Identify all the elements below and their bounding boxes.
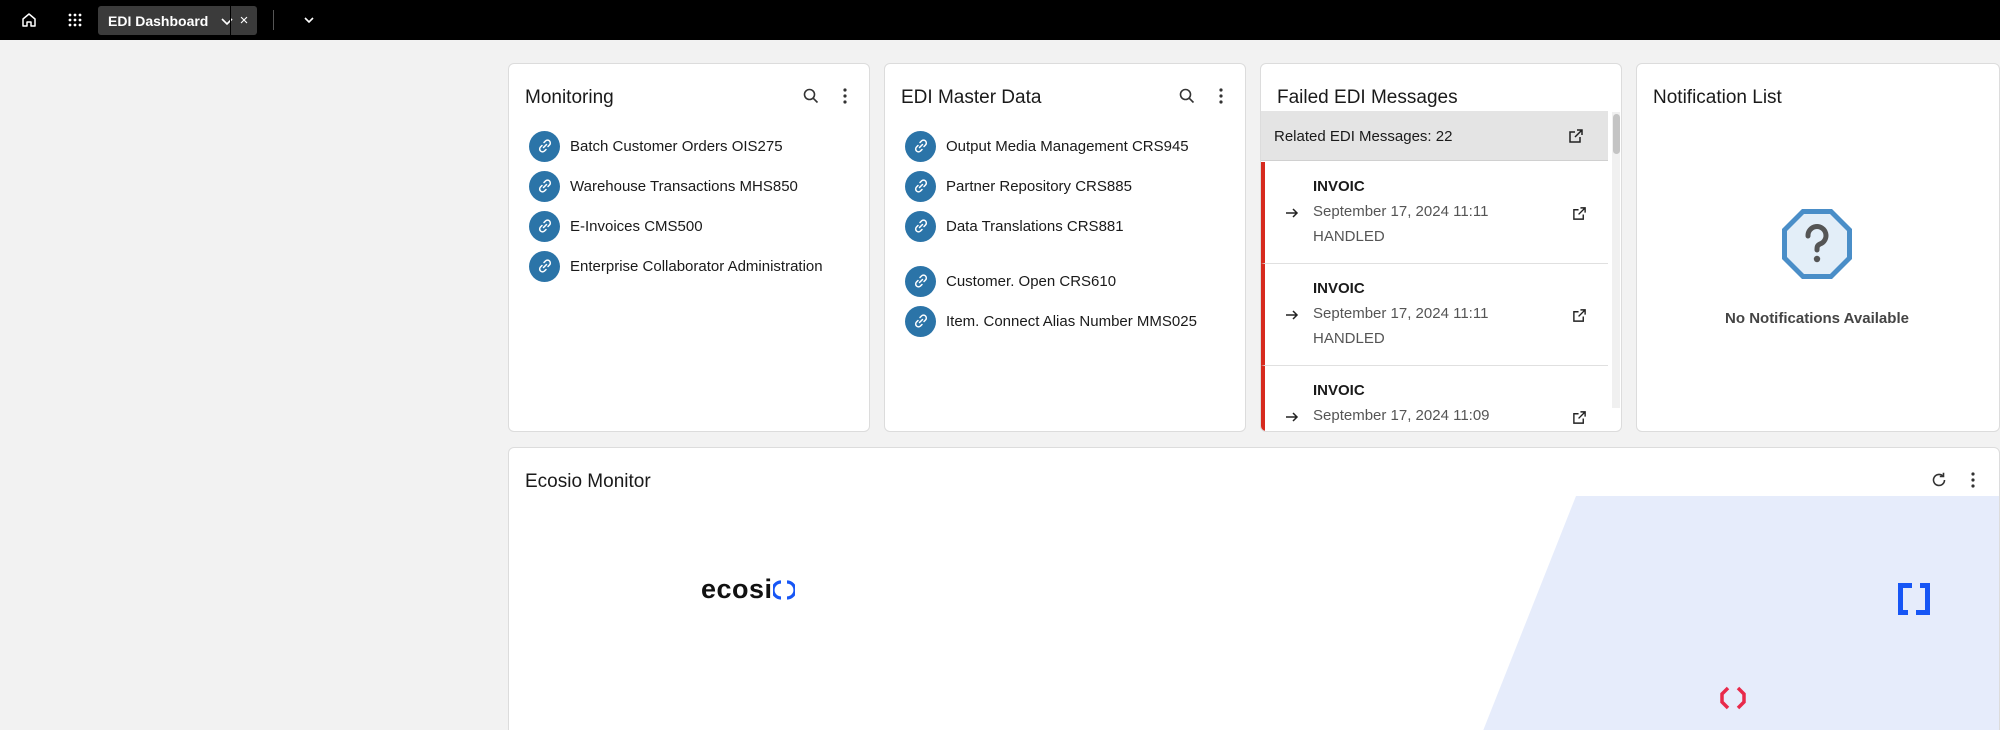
tab-label: EDI Dashboard (108, 12, 209, 29)
link-icon (905, 170, 936, 202)
tab-edi-dashboard[interactable]: EDI Dashboard × (98, 6, 257, 35)
close-icon[interactable]: × (234, 6, 254, 35)
link-label: E-Invoices CMS500 (570, 217, 703, 235)
scrollbar[interactable] (1612, 112, 1620, 408)
question-octagon-icon (1779, 206, 1855, 282)
link-icon (905, 130, 936, 162)
message-type: INVOIC (1313, 382, 1365, 399)
ecosio-logo-text: ecosi (701, 574, 773, 604)
message-date: September 17, 2024 11:09 (1313, 407, 1490, 424)
monitoring-card: Monitoring Batch Customer Orders OIS275 … (508, 63, 870, 432)
external-link-icon[interactable] (1568, 406, 1590, 428)
related-edi-messages-bar: Related EDI Messages: 22 (1261, 111, 1608, 161)
link-item[interactable]: Customer. Open CRS610 (905, 261, 1197, 301)
link-label: Warehouse Transactions MHS850 (570, 177, 798, 195)
link-icon (529, 210, 560, 242)
message-item[interactable]: INVOIC September 17, 2024 11:11 HANDLED (1261, 162, 1608, 264)
external-link-icon[interactable] (1564, 124, 1588, 148)
card-title: EDI Master Data (901, 87, 1042, 108)
tab-separator (230, 6, 231, 35)
message-status: HANDLED (1313, 330, 1385, 347)
bracket-logo-icon (1898, 583, 1930, 615)
link-item[interactable]: Output Media Management CRS945 (905, 126, 1197, 166)
message-status: HANDLED (1313, 228, 1385, 245)
more-vertical-icon[interactable] (1207, 82, 1235, 110)
link-item[interactable]: Enterprise Collaborator Administration (529, 246, 823, 286)
message-type: INVOIC (1313, 178, 1365, 195)
scrollbar-thumb[interactable] (1613, 114, 1620, 154)
message-date: September 17, 2024 11:11 (1313, 203, 1489, 220)
top-bar: EDI Dashboard × (0, 0, 2000, 40)
banner-background (1483, 496, 1999, 730)
card-title: Monitoring (525, 87, 614, 108)
ecosio-logo: ecosi (701, 574, 797, 605)
ecosio-monitor-card: Ecosio Monitor ecosi (508, 447, 2000, 730)
link-icon (905, 305, 936, 337)
link-item[interactable]: Warehouse Transactions MHS850 (529, 166, 823, 206)
home-icon[interactable] (17, 8, 41, 32)
more-vertical-icon[interactable] (831, 82, 859, 110)
link-icon (529, 170, 560, 202)
message-type: INVOIC (1313, 280, 1365, 297)
link-icon (529, 130, 560, 162)
link-label: Item. Connect Alias Number MMS025 (946, 312, 1197, 330)
search-icon[interactable] (1173, 82, 1201, 110)
arrow-right-icon (1283, 204, 1301, 222)
chevron-down-icon[interactable] (297, 8, 321, 32)
link-item[interactable]: Partner Repository CRS885 (905, 166, 1197, 206)
message-item[interactable]: INVOIC September 17, 2024 11:09 (1261, 366, 1608, 431)
link-icon (529, 250, 560, 282)
divider (273, 10, 274, 30)
ecosio-banner: ecosi (509, 496, 1999, 730)
card-title: Ecosio Monitor (525, 471, 651, 492)
ecosio-logo-mark (771, 580, 797, 600)
arrow-right-icon (1283, 306, 1301, 324)
link-label: Data Translations CRS881 (946, 217, 1124, 235)
arrow-right-icon (1283, 408, 1301, 426)
link-label: Batch Customer Orders OIS275 (570, 137, 783, 155)
edi-master-data-card: EDI Master Data Output Media Management … (884, 63, 1246, 432)
card-title: Notification List (1653, 87, 1782, 108)
link-label: Partner Repository CRS885 (946, 177, 1132, 195)
link-item[interactable]: Batch Customer Orders OIS275 (529, 126, 823, 166)
external-link-icon[interactable] (1568, 202, 1590, 224)
link-list: Batch Customer Orders OIS275 Warehouse T… (529, 126, 823, 286)
link-item[interactable]: Data Translations CRS881 (905, 206, 1197, 246)
refresh-icon[interactable] (1925, 466, 1953, 494)
link-item[interactable]: Item. Connect Alias Number MMS025 (905, 301, 1197, 341)
red-logo-icon (1720, 686, 1746, 710)
app-grid-icon[interactable] (63, 8, 87, 32)
empty-notifications-label: No Notifications Available (1725, 310, 1909, 327)
link-icon (905, 210, 936, 242)
message-item[interactable]: INVOIC September 17, 2024 11:11 HANDLED (1261, 264, 1608, 366)
card-title: Failed EDI Messages (1277, 87, 1458, 108)
search-icon[interactable] (797, 82, 825, 110)
link-label: Customer. Open CRS610 (946, 272, 1117, 290)
link-item[interactable]: E-Invoices CMS500 (529, 206, 823, 246)
related-count-label: Related EDI Messages: 22 (1274, 128, 1453, 145)
more-vertical-icon[interactable] (1959, 466, 1987, 494)
notification-list-card: Notification List No Notifications Avail… (1636, 63, 2000, 432)
link-icon (905, 265, 936, 297)
message-date: September 17, 2024 11:11 (1313, 305, 1489, 322)
link-list: Output Media Management CRS945 Partner R… (905, 126, 1197, 341)
external-link-icon[interactable] (1568, 304, 1590, 326)
link-label: Output Media Management CRS945 (946, 137, 1189, 155)
link-label: Enterprise Collaborator Administration (570, 257, 823, 275)
failed-edi-messages-card: Failed EDI Messages Related EDI Messages… (1260, 63, 1622, 432)
